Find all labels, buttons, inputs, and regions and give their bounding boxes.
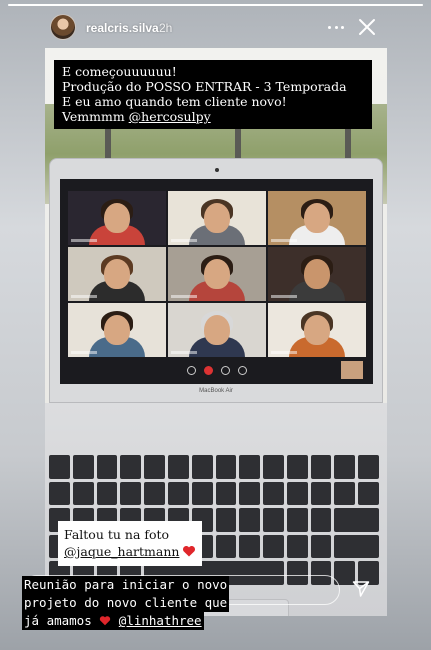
caption-top-line: E começouuuuuu! — [62, 64, 177, 79]
keyboard-key — [72, 481, 94, 506]
laptop-screen — [60, 179, 373, 384]
story-progress-bar — [8, 4, 423, 6]
keyboard-key — [286, 455, 308, 479]
keyboard-key — [215, 508, 237, 532]
keyboard-key — [334, 481, 356, 506]
video-tile — [168, 303, 266, 357]
video-tile — [168, 191, 266, 245]
keyboard-key — [96, 455, 118, 479]
keyboard-key — [263, 534, 284, 559]
keyboard-key — [263, 455, 284, 479]
laptop-camera — [215, 168, 219, 172]
keyboard-key — [334, 455, 356, 479]
keyboard-key — [167, 455, 189, 479]
keyboard-key — [96, 481, 118, 506]
keyboard-key — [72, 455, 94, 479]
keyboard-key — [167, 481, 189, 506]
video-call-grid — [68, 191, 366, 357]
keyboard-key — [334, 534, 379, 559]
keyboard-key — [215, 481, 237, 506]
keyboard-key — [120, 455, 142, 479]
caption-top-line: Produção do POSSO ENTRAR - 3 Temporada — [62, 79, 347, 94]
keyboard-key — [49, 481, 70, 506]
caption-top: E começouuuuuu! Produção do POSSO ENTRAR… — [54, 60, 372, 129]
story-viewer: realcris.silva 2h MacBook Air E começouu… — [0, 0, 431, 650]
keyboard-key — [49, 455, 70, 479]
keyboard-key — [144, 481, 165, 506]
story-text-overlay: Reunião para iniciar o novo projeto do n… — [22, 576, 230, 630]
keyboard-key — [239, 481, 261, 506]
video-tile — [68, 247, 166, 301]
avatar[interactable] — [50, 14, 76, 40]
keyboard-key — [239, 455, 261, 479]
keyboard-key — [191, 481, 213, 506]
keyboard-key — [286, 481, 308, 506]
keyboard-key — [215, 455, 237, 479]
laptop-lid: MacBook Air — [49, 158, 383, 403]
keyboard-key — [286, 534, 308, 559]
mic-button[interactable] — [187, 365, 196, 375]
caption-top-line: E eu amo quando tem cliente novo! — [62, 94, 287, 109]
self-view-thumbnail — [341, 361, 363, 379]
keyboard-key — [215, 534, 237, 559]
video-tile — [168, 247, 266, 301]
laptop-brand-label: MacBook Air — [199, 388, 233, 394]
video-tile — [268, 303, 366, 357]
video-tile — [68, 191, 166, 245]
keyboard-key — [310, 481, 332, 506]
post-time: 2h — [159, 21, 173, 35]
story-text-prefix: já amamos — [24, 613, 92, 628]
heart-icon — [100, 616, 111, 626]
caption-bottom: Faltou tu na foto @jaque_hartmann — [58, 521, 203, 566]
share-button[interactable] — [238, 365, 247, 375]
story-text-line: já amamos @linhathree — [22, 612, 204, 630]
mention-linhathree[interactable]: @linhathree — [119, 613, 202, 628]
keyboard-key — [310, 534, 332, 559]
story-header: realcris.silva 2h — [0, 10, 431, 46]
caption-bottom-line: @jaque_hartmann — [64, 543, 196, 560]
camera-button[interactable] — [221, 365, 230, 375]
keyboard-key — [286, 508, 308, 532]
keyboard-key — [191, 455, 213, 479]
mention-hercosulpy[interactable]: @hercosulpy — [129, 109, 211, 124]
keyboard-key — [263, 481, 284, 506]
keyboard-key — [334, 508, 379, 532]
keyboard-key — [239, 508, 261, 532]
end-call-button[interactable] — [204, 365, 213, 375]
call-controls — [68, 361, 366, 379]
story-text-line: projeto do novo cliente que — [22, 594, 230, 612]
video-tile — [268, 191, 366, 245]
close-icon[interactable] — [356, 16, 378, 38]
story-text-line: Reunião para iniciar o novo — [22, 576, 230, 594]
mention-jaque-hartmann[interactable]: @jaque_hartmann — [64, 544, 179, 559]
keyboard-key — [310, 508, 332, 532]
keyboard-key — [263, 508, 284, 532]
keyboard-key — [358, 481, 379, 506]
keyboard-key — [358, 455, 379, 479]
caption-top-prefix: Vemmmm — [62, 109, 129, 124]
keyboard-key — [120, 481, 142, 506]
keyboard-key — [144, 455, 165, 479]
story-progress-fill — [8, 4, 423, 6]
keyboard-key — [239, 534, 261, 559]
caption-bottom-line: Faltou tu na foto — [64, 527, 170, 542]
video-tile — [268, 247, 366, 301]
video-tile — [68, 303, 166, 357]
username[interactable]: realcris.silva — [86, 21, 159, 35]
keyboard-key — [310, 455, 332, 479]
heart-icon — [183, 545, 196, 557]
more-icon[interactable] — [328, 18, 344, 36]
caption-top-line: Vemmmm @hercosulpy — [62, 109, 364, 124]
send-icon[interactable] — [352, 580, 370, 598]
